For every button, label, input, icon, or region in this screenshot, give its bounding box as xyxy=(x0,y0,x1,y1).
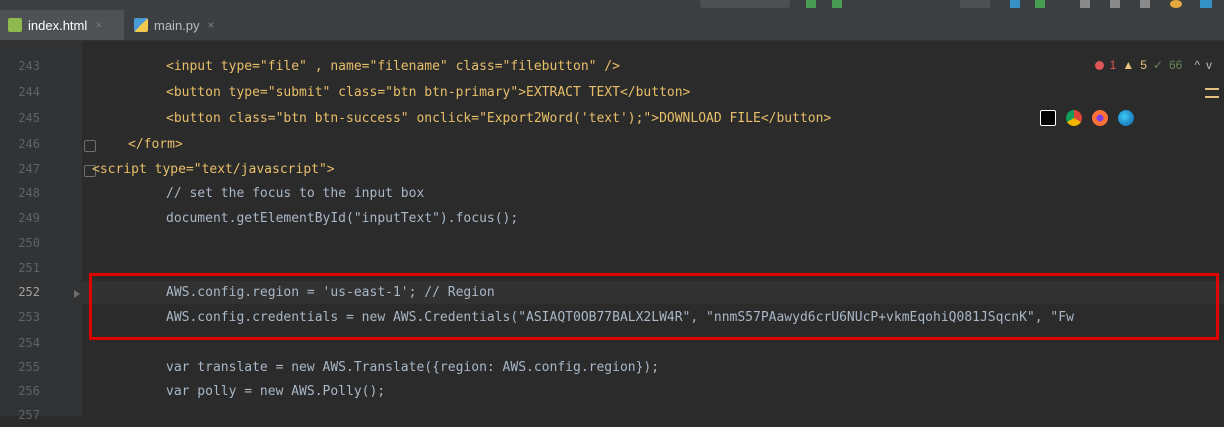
code-text[interactable]: <input type="file" , name="filename" cla… xyxy=(166,55,620,78)
ide-logo-icon[interactable] xyxy=(1200,0,1212,8)
code-text[interactable]: var translate = new AWS.Translate({regio… xyxy=(166,356,659,379)
code-line[interactable]: 247 <script type="text/javascript"> xyxy=(0,158,1224,181)
warning-icon: ▲ xyxy=(1122,58,1135,72)
code-text[interactable]: document.getElementById("inputText").foc… xyxy=(166,207,518,230)
code-line[interactable]: 246 </form> xyxy=(0,133,1224,156)
error-count: 1 xyxy=(1109,58,1117,72)
history-icon[interactable] xyxy=(1080,0,1090,8)
editor-tabs: index.html × main.py × xyxy=(0,10,1224,41)
red-highlight-box xyxy=(89,273,1219,340)
chrome-icon[interactable] xyxy=(1066,110,1082,126)
next-highlight-button[interactable]: v xyxy=(1206,58,1212,72)
updates-icon[interactable] xyxy=(1170,0,1182,8)
tab-index-html[interactable]: index.html × xyxy=(0,10,124,40)
breakpoint-arrow-icon[interactable] xyxy=(74,290,80,298)
search-icon[interactable] xyxy=(1140,0,1150,8)
undo-icon[interactable] xyxy=(1110,0,1120,8)
line-number: 251 xyxy=(18,261,40,275)
line-number: 245 xyxy=(18,111,40,125)
code-text[interactable]: // set the focus to the input box xyxy=(166,182,424,205)
check-icon: ✓ xyxy=(1152,58,1163,72)
line-number: 246 xyxy=(18,137,40,151)
python-file-icon xyxy=(134,18,148,32)
html-file-icon xyxy=(8,18,22,32)
line-number: 255 xyxy=(18,360,40,374)
inspection-status[interactable]: 1 ▲ 5 ✓ 66 ^ v xyxy=(1094,58,1212,72)
tab-label: main.py xyxy=(154,17,200,33)
code-text[interactable]: <button type="submit" class="btn btn-pri… xyxy=(166,81,690,104)
firefox-icon[interactable] xyxy=(1092,110,1108,126)
line-number: 243 xyxy=(18,59,40,73)
code-text[interactable]: </form> xyxy=(128,133,183,156)
close-icon[interactable]: × xyxy=(95,18,102,32)
warning-count: 5 xyxy=(1140,58,1147,72)
line-number: 250 xyxy=(18,236,40,250)
code-line[interactable]: 243 <input type="file" , name="filename"… xyxy=(0,55,1224,78)
browser-preview-bar xyxy=(1040,110,1134,126)
previous-highlight-button[interactable]: ^ xyxy=(1194,58,1200,72)
tab-main-py[interactable]: main.py × xyxy=(126,10,226,40)
line-number: 253 xyxy=(18,310,40,324)
run-icon[interactable] xyxy=(806,0,816,8)
code-line[interactable]: 249 document.getElementById("inputText")… xyxy=(0,207,1224,230)
code-line[interactable]: 248 // set the focus to the input box xyxy=(0,182,1224,205)
code-text[interactable]: <button class="btn btn-success" onclick=… xyxy=(166,107,831,130)
code-text[interactable]: <script type="text/javascript"> xyxy=(92,158,335,181)
line-number: 256 xyxy=(18,384,40,398)
fold-marker-icon[interactable] xyxy=(84,140,96,152)
code-line[interactable]: 244 <button type="submit" class="btn btn… xyxy=(0,81,1224,104)
tab-label: index.html xyxy=(28,17,88,33)
edge-icon[interactable] xyxy=(1118,110,1134,126)
error-icon xyxy=(1094,60,1104,70)
git-update-icon[interactable] xyxy=(1010,0,1020,8)
line-number: 249 xyxy=(18,211,40,225)
debug-icon[interactable] xyxy=(832,0,842,8)
line-number: 254 xyxy=(18,336,40,350)
code-text[interactable]: var polly = new AWS.Polly(); xyxy=(166,380,385,403)
line-number: 248 xyxy=(18,186,40,200)
pycharm-icon[interactable] xyxy=(1040,110,1056,126)
line-number: 244 xyxy=(18,85,40,99)
git-label[interactable] xyxy=(960,0,990,8)
scroll-marker xyxy=(1205,88,1219,98)
title-toolbar xyxy=(0,0,1224,10)
code-line[interactable]: 256 var polly = new AWS.Polly(); xyxy=(0,380,1224,403)
code-line[interactable]: 255 var translate = new AWS.Translate({r… xyxy=(0,356,1224,379)
code-line[interactable]: 250 xyxy=(0,232,1224,255)
run-config-dropdown[interactable] xyxy=(700,0,790,8)
line-number: 247 xyxy=(18,162,40,176)
git-commit-icon[interactable] xyxy=(1035,0,1045,8)
close-icon[interactable]: × xyxy=(208,18,215,32)
ok-count: 66 xyxy=(1169,58,1183,72)
line-number: 252 xyxy=(18,285,40,299)
